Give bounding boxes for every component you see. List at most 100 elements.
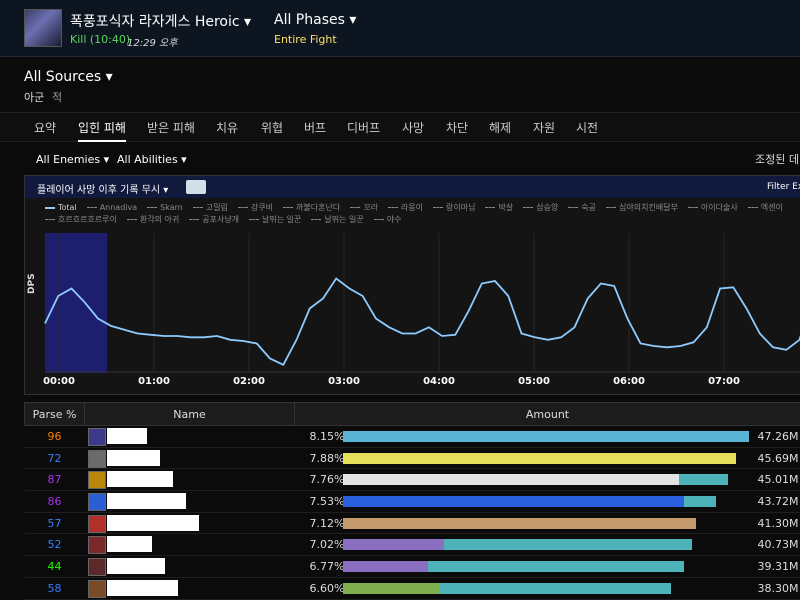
table-row[interactable]: 57 7.12% 41.30M xyxy=(25,512,800,534)
spec-icon xyxy=(88,471,106,489)
tab-6[interactable]: 디버프 xyxy=(347,119,380,136)
boss-portrait-icon xyxy=(24,9,62,47)
spec-icon xyxy=(88,580,106,598)
tab-5[interactable]: 버프 xyxy=(304,119,326,136)
x-tick-label: 01:00 xyxy=(138,376,170,387)
redacted-name xyxy=(107,558,165,574)
tab-2[interactable]: 받은 피해 xyxy=(147,119,195,136)
tab-1[interactable]: 입힌 피해 xyxy=(78,119,126,142)
damage-percent: 8.15% xyxy=(310,430,345,443)
parse-value: 52 xyxy=(25,534,85,556)
table-row[interactable]: 86 7.53%43.72M xyxy=(25,491,800,513)
col-amount[interactable]: Amount xyxy=(295,403,800,426)
damage-percent: 7.88% xyxy=(310,452,345,465)
x-tick-label: 04:00 xyxy=(423,376,455,387)
damage-amount: 38.30M xyxy=(758,582,799,595)
redacted-name xyxy=(107,580,178,596)
player-name-cell[interactable] xyxy=(85,556,295,578)
dps-line-chart[interactable]: 00:00 01:00 02:00 03:00 04:00 05:00 06:00 07:00… xyxy=(25,176,800,394)
tab-0[interactable]: 요약 xyxy=(34,119,56,136)
parse-value: 44 xyxy=(25,556,85,578)
sources-selector[interactable]: All Sources ▾ xyxy=(24,69,113,85)
phase-selector[interactable]: All Phases ▾ xyxy=(274,12,356,28)
x-tick-label: 03:00 xyxy=(328,376,360,387)
damage-bar xyxy=(428,561,684,572)
table-row[interactable]: 72 7.88%45.69M xyxy=(25,447,800,469)
player-name-cell[interactable] xyxy=(85,447,295,469)
parse-value: 58 xyxy=(25,577,85,599)
player-name-cell[interactable] xyxy=(85,491,295,513)
tab-8[interactable]: 차단 xyxy=(446,119,468,136)
damage-bar xyxy=(343,561,428,572)
parse-value: 86 xyxy=(25,491,85,513)
player-name-cell[interactable] xyxy=(85,426,295,448)
table-row[interactable]: 44 6.77% 39.31M xyxy=(25,556,800,578)
damage-percent: 7.53% xyxy=(310,495,345,508)
damage-percent: 7.12% xyxy=(310,517,345,530)
amount-cell: 7.02%40.73M xyxy=(295,534,800,556)
amount-cell: 8.15%47.26M xyxy=(295,426,800,448)
damage-bar xyxy=(343,583,440,594)
spec-icon xyxy=(88,515,106,533)
ally-toggle[interactable]: 아군 xyxy=(24,89,44,105)
damage-amount: 41.30M xyxy=(758,517,799,530)
x-tick-label: 05:00 xyxy=(518,376,550,387)
total-dps-series xyxy=(45,279,800,365)
x-tick-label: 02:00 xyxy=(233,376,265,387)
x-tick-label: 00:00 xyxy=(43,376,75,387)
amount-cell: 7.76%45.01M xyxy=(295,469,800,491)
adjusted-data-label[interactable]: 조정된 데 xyxy=(755,151,799,167)
report-tabs: 요약 입힌 피해 받은 피해 치유 위협 버프 디버프 사망 차단 해제 자원 시전 xyxy=(0,112,800,142)
damage-bar xyxy=(343,453,737,464)
abilities-filter[interactable]: All Abilities ▾ xyxy=(117,153,187,166)
tab-4[interactable]: 위협 xyxy=(261,119,283,136)
player-name-cell[interactable] xyxy=(85,469,295,491)
spec-icon xyxy=(88,558,106,576)
x-tick-label: 06:00 xyxy=(613,376,645,387)
boss-selector[interactable]: 폭풍포식자 라자게스 Heroic ▾ xyxy=(70,11,251,31)
parse-value: 72 xyxy=(25,447,85,469)
table-row[interactable]: 58 6.60% 38.30M xyxy=(25,577,800,599)
redacted-name xyxy=(107,428,147,444)
col-name[interactable]: Name xyxy=(85,403,295,426)
tab-3[interactable]: 치유 xyxy=(216,119,238,136)
fight-header: 폭풍포식자 라자게스 Heroic ▾ Kill (10:40) 12:29 오… xyxy=(0,0,800,57)
amount-cell: 7.53%43.72M xyxy=(295,491,800,513)
damage-amount: 39.31M xyxy=(758,560,799,573)
parse-value: 96 xyxy=(25,426,85,448)
player-name-cell[interactable] xyxy=(85,534,295,556)
tab-7[interactable]: 사망 xyxy=(402,119,424,136)
enemy-toggle[interactable]: 적 xyxy=(52,89,62,105)
damage-percent: 6.77% xyxy=(310,560,345,573)
tab-10[interactable]: 자원 xyxy=(533,119,555,136)
enemies-filter[interactable]: All Enemies ▾ xyxy=(36,153,109,166)
kill-status: Kill (10:40) xyxy=(70,33,130,46)
damage-percent: 6.60% xyxy=(310,582,345,595)
spec-icon xyxy=(88,428,106,446)
player-name-cell[interactable] xyxy=(85,577,295,599)
spec-icon xyxy=(88,536,106,554)
redacted-name xyxy=(107,471,173,487)
amount-cell: 6.77% 39.31M xyxy=(295,556,800,578)
col-parse[interactable]: Parse % xyxy=(25,403,85,426)
damage-percent: 7.02% xyxy=(310,538,345,551)
damage-amount: 45.01M xyxy=(758,473,799,486)
table-row[interactable]: 96 8.15%47.26M xyxy=(25,426,800,448)
y-axis-label: DPS xyxy=(27,273,37,294)
tab-11[interactable]: 시전 xyxy=(576,119,598,136)
spec-icon xyxy=(88,450,106,468)
damage-bar xyxy=(684,496,716,507)
damage-table: Parse % Name Amount 96 8.15%47.26M 72 7.88%… xyxy=(24,402,800,600)
player-name-cell[interactable] xyxy=(85,512,295,534)
damage-bar xyxy=(343,518,696,529)
amount-cell: 7.88%45.69M xyxy=(295,447,800,469)
damage-bar xyxy=(444,539,692,550)
damage-bar xyxy=(440,583,671,594)
tab-9[interactable]: 해제 xyxy=(489,119,511,136)
parse-value: 57 xyxy=(25,512,85,534)
parse-value: 87 xyxy=(25,469,85,491)
table-row[interactable]: 52 7.02%40.73M xyxy=(25,534,800,556)
table-row[interactable]: 87 7.76%45.01M xyxy=(25,469,800,491)
x-tick-label: 07:00 xyxy=(708,376,740,387)
dps-graph-panel: 플레이어 사망 이후 기록 무시 ▾ Filter Exp TotalAnnad… xyxy=(24,175,800,395)
